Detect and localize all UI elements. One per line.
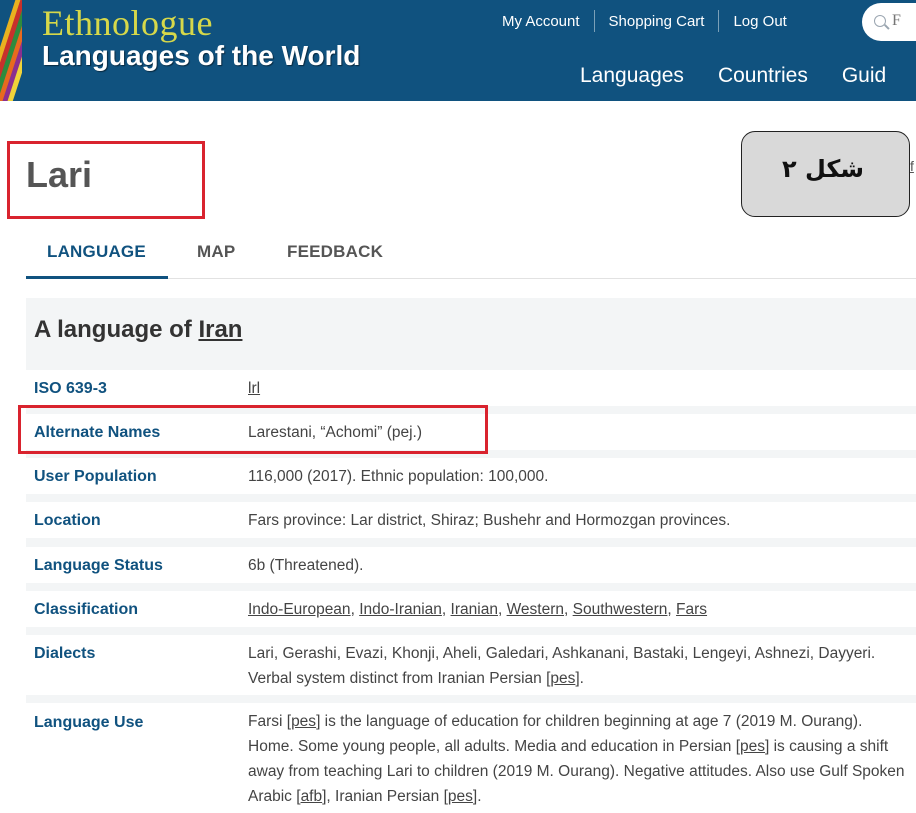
user-population-label: User Population — [34, 468, 157, 485]
row-user-population: User Population 116,000 (2017). Ethnic p… — [26, 458, 916, 494]
nav-guides[interactable]: Guid — [842, 64, 886, 88]
language-use-text: ]. — [472, 788, 482, 805]
row-iso: ISO 639-3 lrl — [26, 370, 916, 406]
section-heading: A language of Iran — [34, 316, 242, 344]
classification-link[interactable]: Southwestern — [573, 601, 668, 618]
classification-label: Classification — [34, 601, 139, 618]
language-code-link[interactable]: pes — [740, 738, 765, 755]
shopping-cart-link[interactable]: Shopping Cart — [595, 13, 719, 30]
classification-link[interactable]: Western — [507, 601, 564, 618]
alternate-names-highlight-box — [18, 405, 488, 454]
language-status-value: 6b (Threatened). — [248, 557, 364, 574]
iso-label: ISO 639-3 — [34, 380, 107, 397]
language-info-panel: A language of Iran ISO 639-3 lrl Alterna… — [26, 298, 916, 813]
location-value: Fars province: Lar district, Shiraz; Bus… — [248, 512, 731, 529]
logo-stripes — [0, 0, 22, 101]
iso-code-link[interactable]: lrl — [248, 380, 260, 397]
callout-label: شکل ۲ — [782, 155, 864, 183]
heading-prefix: A language of — [34, 316, 199, 343]
country-link-iran[interactable]: Iran — [198, 316, 242, 343]
search-icon[interactable] — [874, 15, 886, 27]
share-link[interactable]: f — [910, 158, 914, 174]
row-language-use: Language Use Farsi [pes] is the language… — [26, 703, 916, 813]
classification-value: Indo-European, Indo-Iranian, Iranian, We… — [248, 601, 708, 618]
tab-language[interactable]: LANGUAGE — [47, 242, 146, 262]
nav-languages[interactable]: Languages — [580, 64, 684, 88]
dialects-value: Lari, Gerashi, Evazi, Khonji, Aheli, Gal… — [248, 641, 908, 691]
dialects-label: Dialects — [34, 645, 96, 662]
title-highlight-box — [7, 141, 205, 219]
log-out-link[interactable]: Log Out — [719, 13, 800, 30]
utility-nav: My Account Shopping Cart Log Out — [502, 10, 801, 32]
location-label: Location — [34, 512, 101, 529]
main-nav: Languages Countries Guid — [580, 64, 916, 88]
user-population-value: 116,000 (2017). Ethnic population: 100,0… — [248, 468, 549, 485]
row-language-status: Language Status 6b (Threatened). — [26, 547, 916, 583]
dialects-text: ]. — [575, 670, 584, 687]
row-classification: Classification Indo-European, Indo-Irani… — [26, 591, 916, 627]
active-tab-indicator — [26, 276, 168, 279]
classification-link[interactable]: Indo-Iranian — [359, 601, 442, 618]
language-code-link[interactable]: pes — [448, 788, 473, 805]
nav-countries[interactable]: Countries — [718, 64, 808, 88]
my-account-link[interactable]: My Account — [502, 13, 594, 30]
language-use-text: ], Iranian Persian [ — [322, 788, 448, 805]
language-use-value: Farsi [pes] is the language of education… — [248, 709, 908, 809]
tab-map[interactable]: MAP — [197, 242, 235, 262]
language-code-link[interactable]: afb — [301, 788, 323, 805]
search-input[interactable] — [892, 12, 916, 30]
classification-link[interactable]: Fars — [676, 601, 707, 618]
brand-title[interactable]: Ethnologue — [42, 2, 213, 44]
classification-link[interactable]: Iranian — [451, 601, 498, 618]
classification-link[interactable]: Indo-European — [248, 601, 351, 618]
language-use-label: Language Use — [34, 714, 144, 731]
tab-bar: LANGUAGE MAP FEEDBACK — [26, 232, 916, 279]
tab-feedback[interactable]: FEEDBACK — [287, 242, 383, 262]
search-box[interactable] — [862, 3, 916, 41]
language-code-link[interactable]: pes — [291, 713, 316, 730]
row-location: Location Fars province: Lar district, Sh… — [26, 502, 916, 538]
figure-callout: شکل ۲ — [741, 131, 910, 217]
row-dialects: Dialects Lari, Gerashi, Evazi, Khonji, A… — [26, 635, 916, 695]
language-code-link[interactable]: pes — [550, 670, 575, 687]
language-status-label: Language Status — [34, 557, 163, 574]
site-header: Ethnologue Languages of the World My Acc… — [0, 0, 916, 101]
brand-subtitle[interactable]: Languages of the World — [42, 40, 360, 72]
language-use-text: Farsi [ — [248, 713, 292, 730]
iso-value: lrl — [248, 376, 908, 401]
